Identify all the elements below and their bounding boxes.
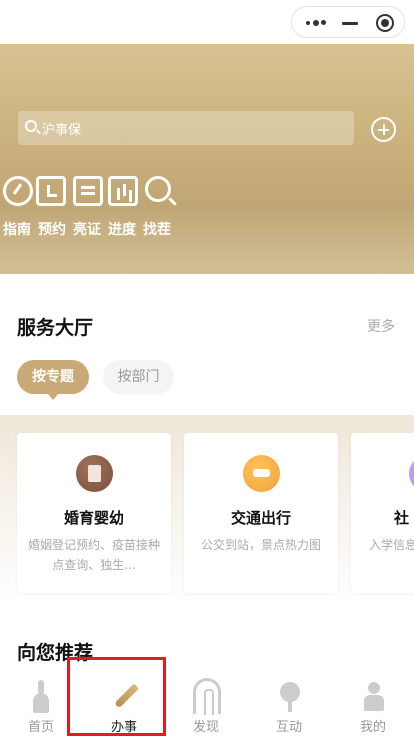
service-card-community[interactable]: 社 入学信息示范高 — [351, 433, 414, 593]
minimize-icon[interactable] — [342, 22, 358, 25]
car-icon — [243, 455, 280, 492]
tab-mine[interactable]: 我的 — [338, 672, 408, 740]
more-link[interactable]: 更多 — [367, 316, 395, 336]
service-card-transport[interactable]: 交通出行 公交到站，景点热力图 — [184, 433, 338, 593]
person-icon — [360, 678, 388, 714]
more-dots-icon[interactable] — [306, 17, 328, 29]
card-desc: 婚姻登记预约、疫苗接种点查询、独生... — [27, 538, 160, 572]
tab-label: 首页 — [27, 720, 54, 735]
service-hall-title: 服务大厅 — [17, 317, 94, 339]
tab-label: 发现 — [192, 720, 219, 735]
highlight-box — [67, 657, 166, 736]
top-bar — [0, 0, 414, 44]
pagoda-icon — [28, 678, 56, 714]
tab-by-topic[interactable]: 按专题 — [17, 360, 89, 400]
flower-icon — [276, 678, 304, 714]
bottom-tab-bar: 首页 办事 发现 互动 我的 — [0, 672, 414, 740]
search-icon — [25, 120, 37, 132]
search-placeholder: 沪事保 — [42, 123, 82, 138]
quick-label-progress[interactable]: 进度 — [108, 219, 136, 239]
quick-label-guide[interactable]: 指南 — [3, 219, 31, 239]
card-title: 婚育婴幼 — [63, 509, 124, 527]
tab-by-department[interactable]: 按部门 — [103, 360, 174, 394]
search-input[interactable]: 沪事保 — [18, 111, 354, 145]
hero-banner: 沪事保 指南 预约 亮证 进度 找茬 — [0, 44, 414, 274]
progress-icon[interactable] — [108, 176, 142, 206]
tab-interact[interactable]: 互动 — [254, 672, 324, 740]
tab-discover[interactable]: 发现 — [171, 672, 241, 740]
card-desc: 入学信息示范高 — [369, 538, 414, 552]
quick-label-find[interactable]: 找茬 — [143, 219, 171, 239]
quick-label-show-id[interactable]: 亮证 — [73, 219, 101, 239]
tab-label: 我的 — [359, 720, 386, 735]
card-desc: 公交到站，景点热力图 — [200, 538, 321, 552]
card-title: 交通出行 — [230, 509, 291, 527]
certificate-icon — [76, 455, 113, 492]
tab-label: 互动 — [275, 720, 302, 735]
mini-program-capsule — [291, 6, 405, 38]
arch-icon — [193, 678, 221, 715]
quick-label-appointment[interactable]: 预约 — [38, 219, 66, 239]
card-title: 社 — [394, 509, 410, 527]
tab-home[interactable]: 首页 — [6, 672, 76, 740]
community-icon — [409, 455, 414, 492]
clock-icon[interactable] — [36, 176, 70, 206]
find-icon[interactable] — [145, 176, 179, 206]
add-icon[interactable] — [371, 117, 396, 142]
dial-icon[interactable] — [3, 176, 37, 206]
id-card-icon[interactable] — [73, 176, 107, 206]
close-target-icon[interactable] — [376, 14, 394, 32]
service-card-marriage[interactable]: 婚育婴幼 婚姻登记预约、疫苗接种点查询、独生... — [17, 433, 171, 593]
